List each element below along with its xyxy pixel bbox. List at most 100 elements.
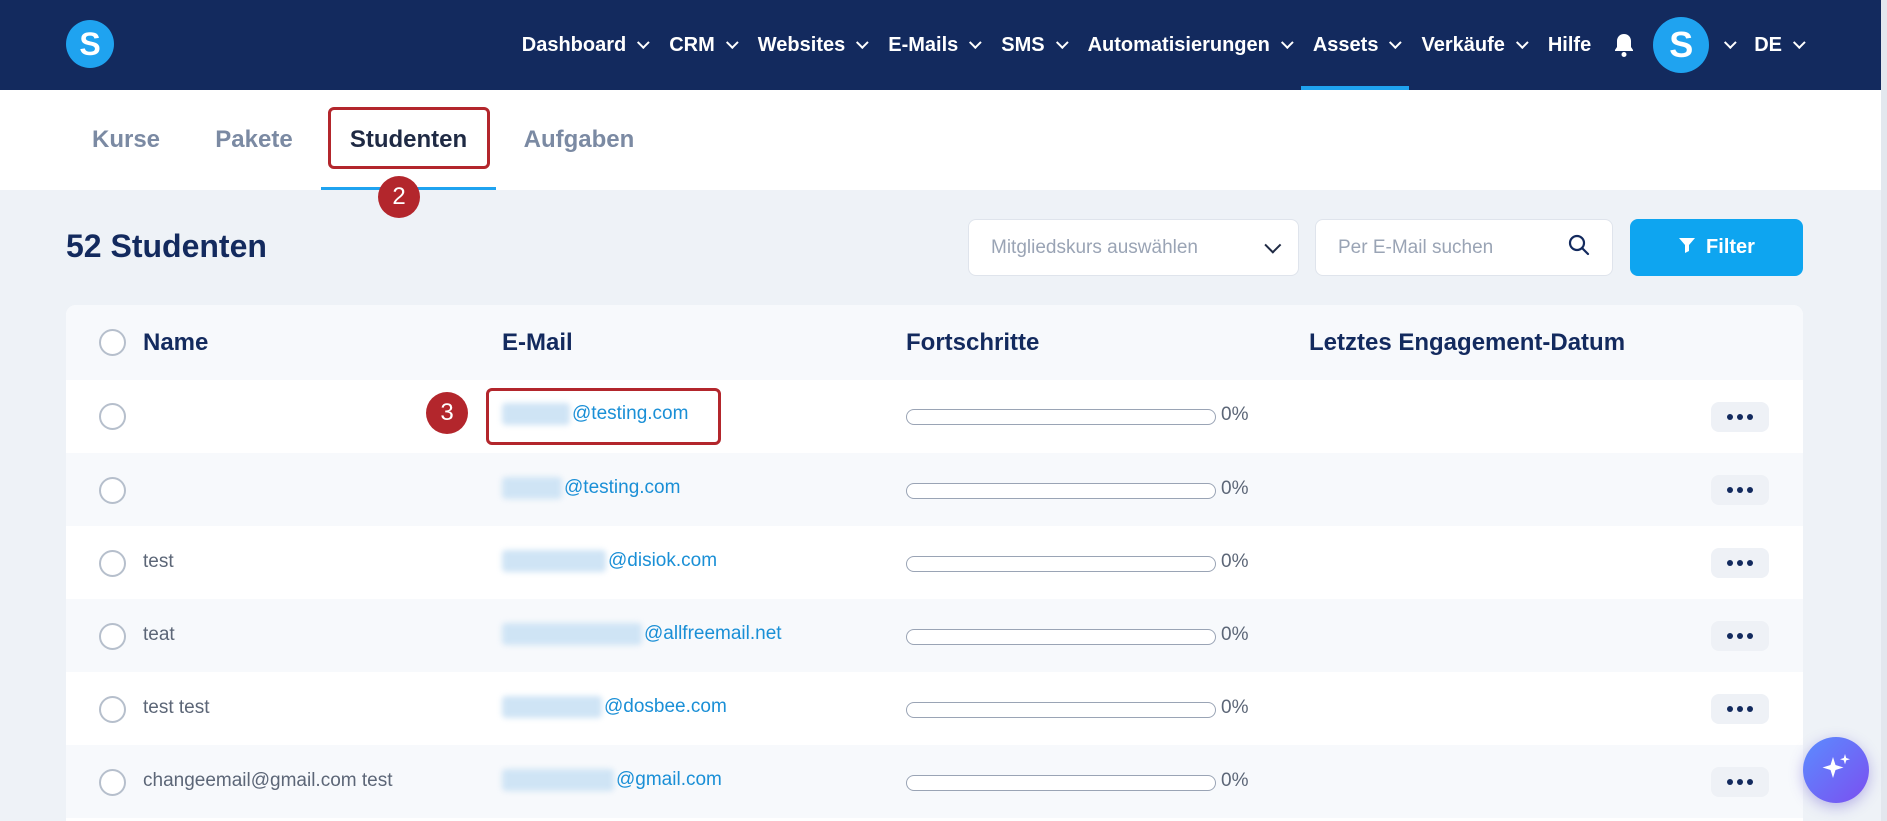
column-header-email[interactable]: E-Mail — [502, 305, 573, 380]
table-row[interactable]: @testing.com 0% — [66, 453, 1803, 526]
student-email-link[interactable]: @allfreemail.net — [502, 623, 782, 645]
redacted-email-part — [502, 623, 642, 645]
nav-item-label: Dashboard — [521, 33, 627, 56]
student-email-link[interactable]: @disiok.com — [502, 550, 717, 572]
row-checkbox[interactable] — [99, 623, 126, 650]
search-icon[interactable] — [1568, 234, 1590, 261]
student-email-link[interactable]: @dosbee.com — [502, 696, 727, 718]
email-domain: @dosbee.com — [604, 696, 727, 717]
nav-item-sms[interactable]: SMS — [989, 0, 1075, 90]
highlight-box-tab — [328, 107, 490, 169]
nav-item-verkaeufe[interactable]: Verkäufe — [1409, 0, 1535, 90]
chevron-down-icon — [1055, 35, 1069, 49]
tab-label: Aufgaben — [523, 126, 635, 153]
chevron-down-icon — [856, 35, 869, 49]
filter-label: Filter — [1706, 236, 1755, 258]
email-domain: @testing.com — [564, 477, 681, 498]
tab-pakete[interactable]: Pakete — [204, 90, 304, 190]
row-checkbox[interactable] — [99, 403, 126, 430]
tab-kurse[interactable]: Kurse — [78, 90, 174, 190]
chevron-down-icon — [1389, 35, 1403, 49]
row-actions-button[interactable] — [1711, 767, 1769, 797]
course-select-placeholder: Mitgliedskurs auswählen — [991, 236, 1198, 258]
chevron-down-icon — [1792, 35, 1806, 49]
nav-item-websites[interactable]: Websites — [746, 0, 876, 90]
tab-label: Pakete — [215, 126, 293, 153]
row-checkbox[interactable] — [99, 550, 126, 577]
progress-percent: 0% — [1221, 624, 1249, 645]
course-select[interactable]: Mitgliedskurs auswählen — [968, 219, 1299, 276]
nav-item-label: Hilfe — [1547, 33, 1592, 56]
row-actions-button[interactable] — [1711, 694, 1769, 724]
progress-percent: 0% — [1221, 404, 1249, 425]
column-header-last-engagement[interactable]: Letztes Engagement-Datum — [1309, 305, 1625, 380]
step-marker-2: 2 — [378, 176, 420, 218]
nav-item-crm[interactable]: CRM — [657, 0, 746, 90]
table-row[interactable]: @testing.com 0% — [66, 380, 1803, 453]
progress-bar — [906, 702, 1216, 718]
row-actions-button[interactable] — [1711, 402, 1769, 432]
filter-icon — [1678, 236, 1696, 260]
progress-percent: 0% — [1221, 551, 1249, 572]
nav-item-assets[interactable]: Assets — [1300, 0, 1410, 90]
student-name: teat — [143, 624, 175, 645]
select-all-checkbox[interactable] — [99, 329, 126, 356]
table-row[interactable]: test test @dosbee.com 0% — [66, 672, 1803, 745]
column-header-name[interactable]: Name — [143, 305, 208, 380]
chevron-down-icon — [1280, 35, 1294, 49]
progress-bar — [906, 556, 1216, 572]
progress-percent: 0% — [1221, 478, 1249, 499]
search-input[interactable] — [1338, 236, 1538, 259]
row-checkbox[interactable] — [99, 769, 126, 796]
highlight-box-email — [486, 388, 721, 445]
nav-item-label: SMS — [1001, 33, 1045, 56]
student-email-link[interactable]: @gmail.com — [502, 769, 722, 791]
table-row[interactable]: teat @allfreemail.net 0% — [66, 599, 1803, 672]
bell-icon[interactable] — [1609, 0, 1639, 90]
student-name: changeemail@gmail.com test — [143, 770, 393, 791]
sparkle-icon — [1819, 751, 1853, 790]
page-scrollbar[interactable] — [1881, 0, 1887, 821]
table-row[interactable]: changeemail@gmail.com test @gmail.com 0% — [66, 745, 1803, 818]
redacted-email-part — [502, 477, 562, 499]
row-actions-button[interactable] — [1711, 621, 1769, 651]
email-search[interactable] — [1315, 219, 1613, 276]
chevron-down-icon[interactable] — [1724, 35, 1737, 49]
tab-aufgaben[interactable]: Aufgaben — [514, 90, 644, 190]
nav-item-label: CRM — [669, 33, 715, 56]
row-actions-button[interactable] — [1711, 475, 1769, 505]
chevron-down-icon — [725, 35, 739, 49]
row-actions-button[interactable] — [1711, 548, 1769, 578]
language-switcher[interactable]: DE — [1754, 0, 1806, 90]
table-row[interactable]: test @disiok.com 0% — [66, 526, 1803, 599]
page-title: 52 Studenten — [66, 228, 267, 264]
nav-item-label: Websites — [757, 33, 846, 56]
brand-logo[interactable]: S — [66, 20, 114, 68]
row-checkbox[interactable] — [99, 477, 126, 504]
students-table: Name E-Mail Fortschritte Letztes Engagem… — [66, 305, 1803, 821]
avatar[interactable]: S — [1653, 17, 1710, 73]
progress-bar — [906, 775, 1216, 791]
nav-item-dashboard[interactable]: Dashboard — [510, 0, 657, 90]
avatar-letter: S — [1669, 24, 1694, 65]
student-email-link[interactable]: @testing.com — [502, 477, 680, 499]
email-domain: @gmail.com — [616, 769, 722, 790]
nav-menu: Dashboard CRM Websites E-Mails SMS Autom… — [510, 0, 1806, 90]
student-name: test test — [143, 697, 210, 718]
step-marker-3: 3 — [426, 392, 468, 434]
column-header-progress[interactable]: Fortschritte — [906, 305, 1039, 380]
nav-item-emails[interactable]: E-Mails — [876, 0, 989, 90]
row-checkbox[interactable] — [99, 696, 126, 723]
email-domain: @disiok.com — [608, 550, 718, 571]
nav-item-automatisierungen[interactable]: Automatisierungen — [1076, 0, 1301, 90]
chevron-down-icon — [1264, 236, 1282, 254]
nav-item-hilfe[interactable]: Hilfe — [1536, 0, 1603, 90]
progress-bar — [906, 483, 1216, 499]
logo-letter: S — [79, 25, 101, 62]
ai-assistant-button[interactable] — [1803, 737, 1869, 803]
nav-item-label: Assets — [1312, 33, 1379, 56]
progress-percent: 0% — [1221, 770, 1249, 791]
filter-button[interactable]: Filter — [1630, 219, 1803, 276]
sub-tabs: Kurse Pakete Studenten Aufgaben — [0, 90, 1887, 190]
redacted-email-part — [502, 769, 614, 791]
